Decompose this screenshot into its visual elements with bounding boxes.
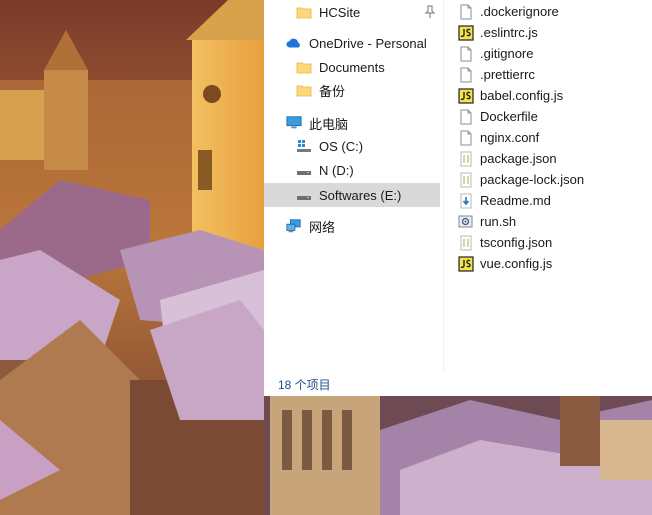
windows-drive-icon bbox=[296, 138, 312, 154]
file-item[interactable]: nginx.conf bbox=[458, 127, 648, 148]
file-item[interactable]: Dockerfile bbox=[458, 106, 648, 127]
drive-icon bbox=[296, 162, 312, 178]
nav-item-label: HCSite bbox=[319, 4, 361, 20]
file-list[interactable]: .dockerignore .eslintrc.js .gitignore .p… bbox=[444, 0, 652, 372]
nav-item-drive-e[interactable]: Softwares (E:) bbox=[264, 183, 440, 207]
nav-item-label: N (D:) bbox=[319, 162, 354, 178]
file-item[interactable]: run.sh bbox=[458, 211, 648, 232]
nav-item-label: OneDrive - Personal bbox=[309, 35, 427, 51]
text-file-icon bbox=[458, 109, 474, 125]
json-file-icon bbox=[458, 235, 474, 251]
nav-item-drive-d[interactable]: N (D:) bbox=[264, 158, 440, 182]
nav-item-drive-c[interactable]: OS (C:) bbox=[264, 134, 440, 158]
file-name: Dockerfile bbox=[480, 109, 538, 124]
file-name: .prettierrc bbox=[480, 67, 535, 82]
nav-item-network[interactable]: 网络 bbox=[264, 214, 440, 238]
folder-icon bbox=[296, 59, 312, 75]
network-icon bbox=[286, 218, 302, 234]
nav-item-label: Documents bbox=[319, 59, 385, 75]
file-name: run.sh bbox=[480, 214, 517, 229]
drive-icon bbox=[296, 187, 312, 203]
text-file-icon bbox=[458, 4, 474, 20]
markdown-file-icon bbox=[458, 193, 474, 209]
file-item[interactable]: .gitignore bbox=[458, 43, 648, 64]
shell-script-icon bbox=[458, 214, 474, 230]
json-file-icon bbox=[458, 172, 474, 188]
folder-icon bbox=[296, 82, 312, 98]
file-name: tsconfig.json bbox=[480, 235, 553, 250]
js-file-icon bbox=[458, 24, 474, 41]
file-name: .eslintrc.js bbox=[480, 25, 538, 40]
nav-item-backup[interactable]: 备份 bbox=[264, 78, 440, 102]
nav-item-documents[interactable]: Documents bbox=[264, 55, 440, 79]
pin-icon[interactable] bbox=[424, 5, 436, 19]
status-bar: 18 个项目 bbox=[264, 372, 652, 396]
file-name: package.json bbox=[480, 151, 557, 166]
text-file-icon bbox=[458, 130, 474, 146]
file-item[interactable]: package.json bbox=[458, 148, 648, 169]
js-file-icon bbox=[458, 255, 474, 272]
nav-item-label: Softwares (E:) bbox=[319, 187, 402, 203]
file-item[interactable]: .dockerignore bbox=[458, 1, 648, 22]
file-name: Readme.md bbox=[480, 193, 551, 208]
nav-item-label: OS (C:) bbox=[319, 138, 364, 154]
file-item[interactable]: .prettierrc bbox=[458, 64, 648, 85]
file-explorer-window: HCSite OneDrive - Personal Documents 备份 … bbox=[264, 0, 652, 396]
nav-item-label: 此电脑 bbox=[309, 116, 349, 132]
computer-icon bbox=[286, 115, 302, 131]
nav-item-label: 备份 bbox=[319, 83, 346, 99]
file-item[interactable]: babel.config.js bbox=[458, 85, 648, 106]
nav-item-label: 网络 bbox=[309, 219, 336, 235]
folder-icon bbox=[296, 4, 312, 20]
file-name: .dockerignore bbox=[480, 4, 559, 19]
nav-item-onedrive[interactable]: OneDrive - Personal bbox=[264, 31, 440, 55]
text-file-icon bbox=[458, 67, 474, 83]
file-name: babel.config.js bbox=[480, 88, 564, 103]
file-name: nginx.conf bbox=[480, 130, 540, 145]
file-item[interactable]: .eslintrc.js bbox=[458, 22, 648, 43]
file-name: vue.config.js bbox=[480, 256, 553, 271]
file-name: .gitignore bbox=[480, 46, 534, 61]
file-item[interactable]: package-lock.json bbox=[458, 169, 648, 190]
navigation-pane[interactable]: HCSite OneDrive - Personal Documents 备份 … bbox=[264, 0, 442, 372]
file-name: package-lock.json bbox=[480, 172, 585, 187]
json-file-icon bbox=[458, 151, 474, 167]
nav-item-this-pc[interactable]: 此电脑 bbox=[264, 111, 440, 135]
js-file-icon bbox=[458, 87, 474, 104]
file-item[interactable]: tsconfig.json bbox=[458, 232, 648, 253]
file-item[interactable]: vue.config.js bbox=[458, 253, 648, 274]
item-count: 18 个项目 bbox=[278, 377, 331, 392]
file-item[interactable]: Readme.md bbox=[458, 190, 648, 211]
nav-item-hcsite[interactable]: HCSite bbox=[264, 0, 440, 24]
cloud-icon bbox=[286, 35, 302, 51]
text-file-icon bbox=[458, 46, 474, 62]
